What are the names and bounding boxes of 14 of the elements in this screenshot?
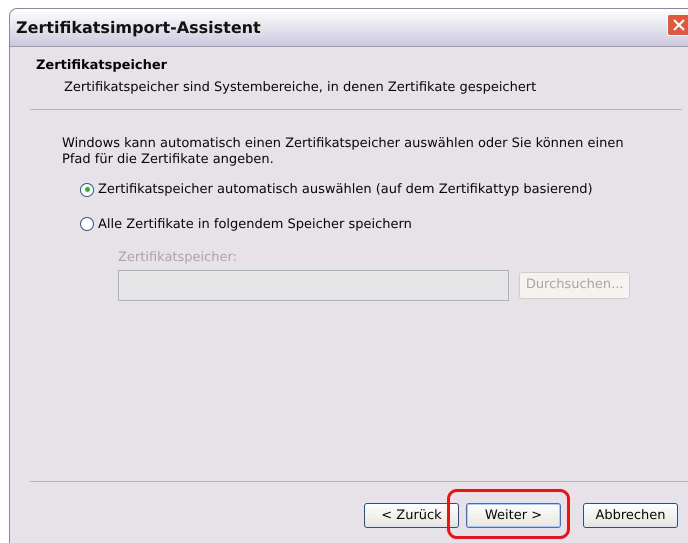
window-title: Zertifikatsimport-Assistent [16, 16, 261, 38]
intro-text: Windows kann automatisch einen Zertifikatspeicher auswählen oder Sie können einen Pfad für die Zertifikate angeben. [62, 136, 625, 168]
field-label: Zertifikatspeicher: [118, 249, 238, 267]
page-subtitle: Zertifikatspeicher sind Systembereiche, in denen Zertifikate gespeichert [63, 78, 538, 96]
close-icon [673, 19, 685, 31]
wizard-button[interactable]: Abbrechen [583, 503, 678, 528]
close-button[interactable] [667, 14, 688, 36]
radio-button[interactable] [80, 217, 94, 232]
radio-button[interactable] [80, 182, 94, 197]
wizard-button[interactable]: Weiter > [466, 503, 561, 528]
page-title: Zertifikatspeicher [36, 57, 168, 75]
wizard-button[interactable]: < Zurück [364, 503, 459, 528]
radio-option[interactable]: Alle Zertifikate in folgendem Speicher speichern [80, 214, 630, 234]
radio-option[interactable]: Zertifikatspeicher automatisch auswählen (auf dem Zertifikattyp basierend) [80, 180, 630, 200]
